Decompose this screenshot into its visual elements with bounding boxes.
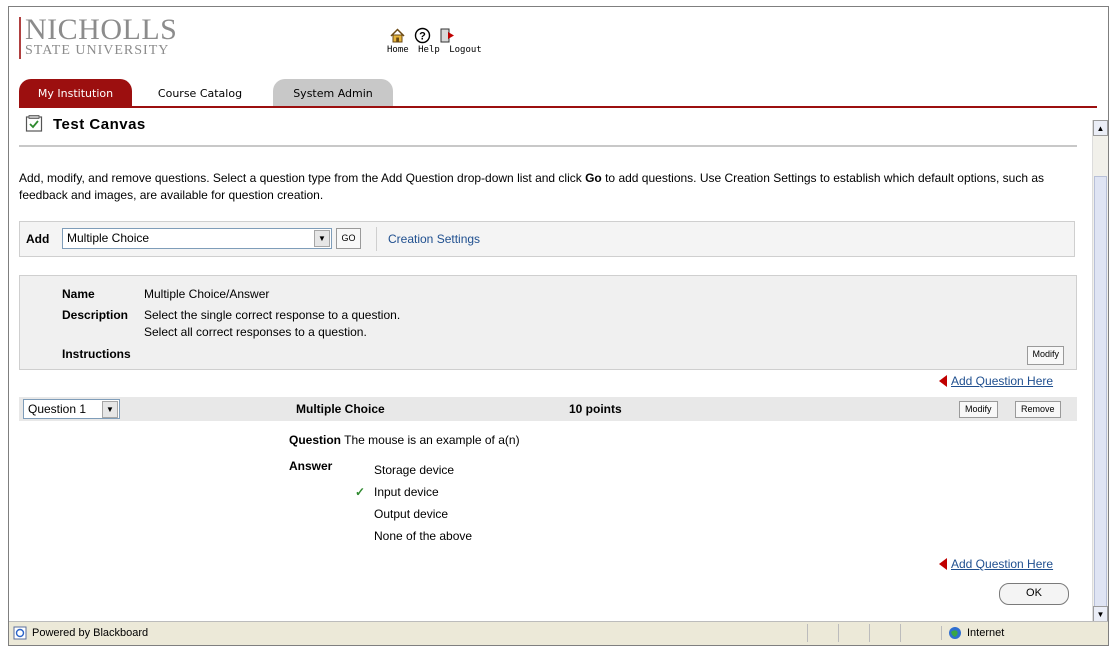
ie-page-icon — [13, 626, 27, 640]
ok-button[interactable]: OK — [999, 583, 1069, 605]
description-line1: Select the single correct response to a … — [144, 308, 401, 322]
question-text: The mouse is an example of a(n) — [344, 433, 520, 447]
question-type: Multiple Choice — [296, 402, 385, 416]
svg-text:?: ? — [419, 31, 426, 43]
question-header-row: Question 1 ▼ Multiple Choice 10 points M… — [19, 397, 1077, 421]
modify-settings-button[interactable]: Modify — [1027, 346, 1064, 365]
globe-icon — [949, 627, 961, 639]
answer-item: ✓ Storage device — [374, 463, 455, 477]
question-body: Question The mouse is an example of a(n) — [289, 433, 520, 447]
answer-item: ✓ Output device — [374, 507, 449, 521]
logout-icon[interactable] — [439, 27, 456, 44]
tab-system-admin[interactable]: System Admin — [273, 79, 393, 107]
logo-sub: STATE UNIVERSITY — [25, 43, 170, 58]
title-divider — [19, 145, 1077, 147]
status-text: Powered by Blackboard — [32, 627, 149, 639]
add-question-here-link-bottom[interactable]: Add Question Here — [939, 557, 1053, 571]
add-question-here-link-top[interactable]: Add Question Here — [939, 374, 1053, 388]
logout-link[interactable]: Logout — [449, 45, 482, 55]
page-title: Test Canvas — [25, 115, 146, 133]
arrow-left-icon — [939, 558, 947, 570]
creation-settings-link[interactable]: Creation Settings — [388, 232, 480, 246]
vertical-scrollbar[interactable]: ▲ ▼ — [1092, 120, 1108, 622]
check-icon: ✓ — [354, 485, 366, 499]
question-label: Question — [289, 433, 342, 447]
home-link[interactable]: Home — [387, 45, 409, 55]
scroll-up-icon[interactable]: ▲ — [1093, 120, 1108, 136]
answer-list: ✓ Storage device ✓ Input device ✓ Output… — [355, 459, 473, 547]
answer-item-correct: ✓ Input device — [355, 481, 472, 503]
add-question-bar: Add Multiple Choice ▼ GO Creation Settin… — [19, 221, 1075, 257]
description-line2: Select all correct responses to a questi… — [144, 325, 367, 339]
status-left: Powered by Blackboard — [13, 626, 148, 640]
page-title-text: Test Canvas — [53, 115, 146, 133]
header: NICHOLLS STATE UNIVERSITY ? Home Help Lo… — [9, 7, 1108, 107]
answer-label: Answer — [289, 459, 333, 473]
tab-my-institution[interactable]: My Institution — [19, 79, 132, 107]
top-nav: ? Home Help Logout — [387, 27, 486, 55]
status-cells — [807, 624, 929, 642]
chevron-down-icon[interactable]: ▼ — [102, 401, 118, 418]
remove-question-button[interactable]: Remove — [1015, 401, 1061, 418]
tab-course-catalog[interactable]: Course Catalog — [141, 79, 259, 107]
university-logo[interactable]: NICHOLLS STATE UNIVERSITY — [19, 13, 178, 59]
question-type-select[interactable]: Multiple Choice ▼ — [62, 228, 332, 249]
arrow-left-icon — [939, 375, 947, 387]
tab-underline — [19, 106, 1097, 108]
answer-item: ✓ None of the above — [374, 529, 473, 543]
instructions-label: Instructions — [62, 347, 131, 361]
security-zone: Internet — [941, 626, 1004, 640]
question-info-box: Name Multiple Choice/Answer Description … — [19, 275, 1077, 370]
test-canvas-icon — [25, 115, 43, 132]
instructions-text: Add, modify, and remove questions. Selec… — [19, 171, 1045, 202]
divider — [376, 227, 377, 251]
logo-name: NICHOLLS — [25, 13, 178, 46]
tab-bar: My Institution Course Catalog System Adm… — [19, 79, 1107, 107]
description-label: Description — [62, 308, 129, 322]
home-icon[interactable] — [389, 27, 406, 44]
help-icon[interactable]: ? — [414, 27, 431, 44]
question-points: 10 points — [569, 402, 622, 416]
help-link[interactable]: Help — [418, 45, 440, 55]
status-bar: Powered by Blackboard Internet — [9, 621, 1108, 645]
name-label: Name — [62, 287, 95, 301]
chevron-down-icon[interactable]: ▼ — [314, 230, 330, 247]
browser-window: NICHOLLS STATE UNIVERSITY ? Home Help Lo… — [8, 6, 1109, 646]
add-label: Add — [26, 232, 50, 246]
go-button[interactable]: GO — [336, 228, 361, 249]
zone-text: Internet — [967, 627, 1005, 639]
name-value: Multiple Choice/Answer — [144, 287, 270, 301]
modify-question-button[interactable]: Modify — [959, 401, 998, 418]
scroll-down-icon[interactable]: ▼ — [1093, 606, 1108, 622]
scrollbar-thumb[interactable] — [1094, 176, 1107, 616]
question-number-select[interactable]: Question 1 ▼ — [23, 399, 120, 419]
